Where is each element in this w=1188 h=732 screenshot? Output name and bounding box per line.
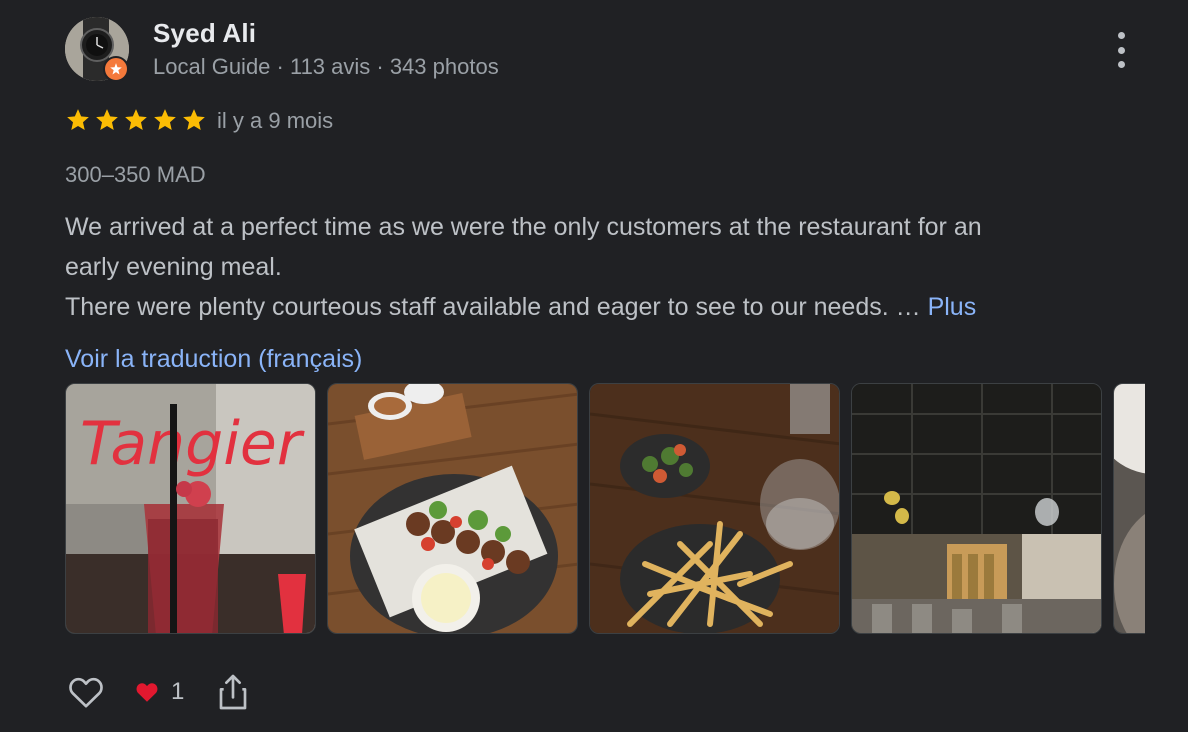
heart-outline-icon[interactable] xyxy=(65,672,107,717)
price-range: 300–350 MAD xyxy=(65,162,206,187)
star-icon xyxy=(67,109,89,130)
cocktail-photo[interactable]: Tangier xyxy=(65,383,316,634)
review-line: We arrived at a perfect time as we were … xyxy=(65,213,982,241)
star-rating xyxy=(64,107,208,133)
photo-strip[interactable]: Tangier xyxy=(65,383,1145,635)
reviewer-name[interactable]: Syed Ali xyxy=(153,18,256,49)
review-text: We arrived at a perfect time as we were … xyxy=(65,207,1125,327)
fries-photo[interactable] xyxy=(589,383,840,634)
svg-text:Tangier: Tangier xyxy=(80,409,305,479)
local-guide-badge-icon xyxy=(103,56,129,82)
reaction-count-value: 1 xyxy=(171,678,185,705)
restaurant-interior-photo[interactable] xyxy=(851,383,1102,634)
red-heart-icon xyxy=(136,683,158,702)
star-icon xyxy=(96,109,118,130)
plate-photo[interactable] xyxy=(1113,383,1145,634)
star-icon xyxy=(125,109,147,130)
skewers-photo[interactable] xyxy=(327,383,578,634)
more-link[interactable]: Plus xyxy=(928,293,977,321)
review-line-text: There were plenty courteous staff availa… xyxy=(65,293,928,321)
more-options-icon[interactable] xyxy=(1108,30,1134,70)
review-date: il y a 9 mois xyxy=(217,108,334,133)
reaction-count[interactable]: 1 xyxy=(133,678,184,706)
review-line: There were plenty courteous staff availa… xyxy=(65,287,1125,327)
share-icon[interactable] xyxy=(217,672,249,717)
star-icon xyxy=(183,109,205,130)
star-icon xyxy=(154,109,176,130)
translate-link[interactable]: Voir la traduction (français) xyxy=(65,345,362,374)
review-line: early evening meal. xyxy=(65,253,282,281)
reviewer-meta: Local Guide · 113 avis · 343 photos xyxy=(153,54,499,79)
